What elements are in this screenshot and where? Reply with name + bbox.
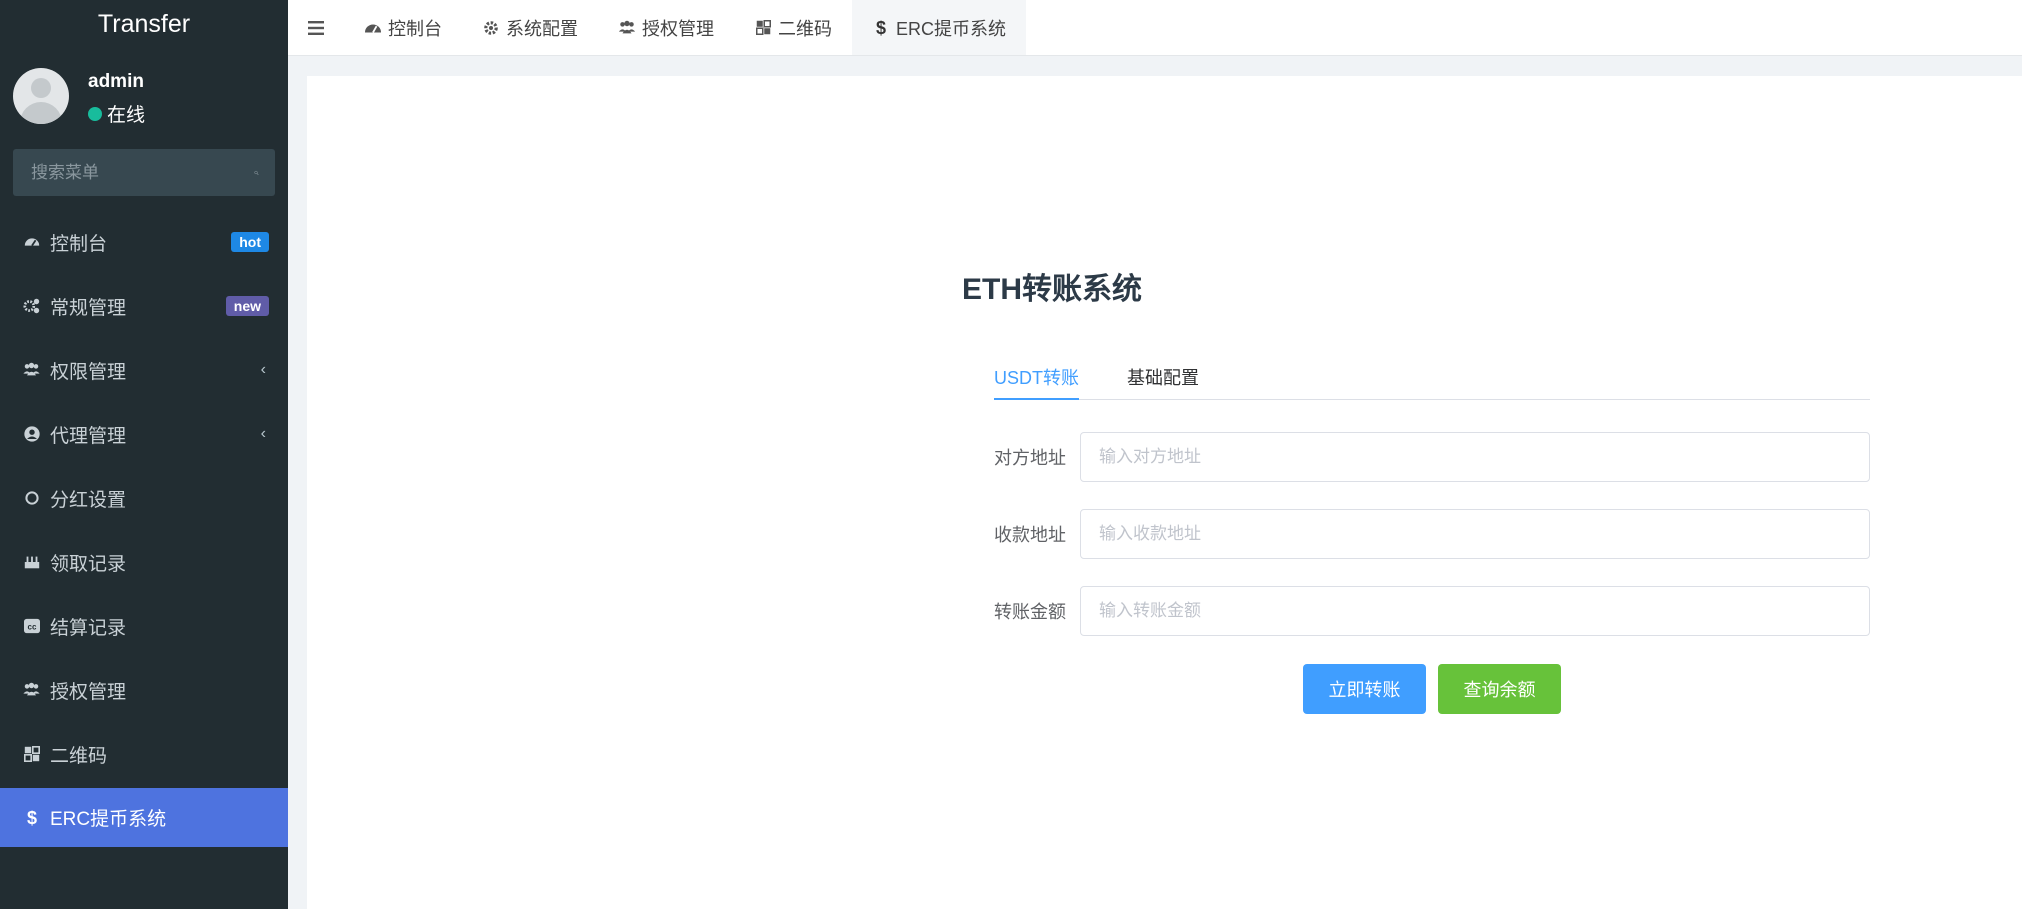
- user-name: admin: [88, 71, 144, 92]
- counterparty-address-label: 对方地址: [994, 448, 1066, 468]
- dashboard-icon: [364, 19, 382, 37]
- page-title: ETH转账系统: [962, 273, 1142, 306]
- tab-label: ERC提币系统: [896, 18, 1007, 39]
- sidebar-item-dashboard[interactable]: 控制台 hot: [0, 210, 288, 274]
- sidebar-item-label: 二维码: [50, 745, 108, 767]
- sidebar-item-general[interactable]: 常规管理 new: [0, 274, 288, 338]
- chevron-left-icon[interactable]: ‹: [261, 425, 266, 443]
- avatar[interactable]: [13, 68, 69, 124]
- chevron-left-icon[interactable]: ‹: [261, 361, 266, 379]
- svg-text:$: $: [876, 18, 886, 38]
- tab-system-config[interactable]: 系统配置: [462, 0, 598, 55]
- users-icon: [22, 681, 41, 700]
- cc-icon: cc: [22, 617, 41, 636]
- tab-qrcode[interactable]: 二维码: [734, 0, 852, 55]
- sidebar-item-label: 领取记录: [50, 553, 127, 575]
- tab-label: 二维码: [778, 18, 832, 39]
- transfer-now-button[interactable]: 立即转账: [1303, 664, 1426, 714]
- tab-basic-config[interactable]: 基础配置: [1127, 356, 1199, 399]
- app-logo[interactable]: Transfer: [0, 0, 288, 50]
- svg-text:cc: cc: [27, 623, 36, 632]
- tab-usdt-transfer[interactable]: USDT转账: [994, 356, 1079, 400]
- sidebar-item-label: ERC提币系统: [50, 809, 167, 830]
- sidebar-item-authorization[interactable]: 授权管理: [0, 658, 288, 722]
- user-status: 在线: [88, 100, 145, 127]
- form-actions: 立即转账 查询余额: [994, 664, 1870, 714]
- counterparty-address-input[interactable]: [1080, 432, 1870, 482]
- tab-authorization[interactable]: 授权管理: [598, 0, 734, 55]
- receiving-address-input[interactable]: [1080, 509, 1870, 559]
- users-icon: [618, 19, 636, 37]
- sidebar-toggle-button[interactable]: [288, 0, 344, 55]
- sidebar: Transfer admin 在线 控制台 hot 常规管理: [0, 0, 288, 909]
- search-input[interactable]: [29, 161, 254, 184]
- form-tabs: USDT转账 基础配置: [994, 356, 1870, 400]
- menu-icon: [308, 20, 324, 35]
- sidebar-item-settlement[interactable]: cc 结算记录: [0, 594, 288, 658]
- qrcode-icon: [22, 745, 41, 764]
- sidebar-item-claims[interactable]: 领取记录: [0, 530, 288, 594]
- circle-icon: [22, 489, 41, 508]
- form-row-counterparty: 对方地址: [994, 432, 1870, 482]
- sidebar-item-label: 分红设置: [50, 489, 127, 511]
- transfer-amount-input[interactable]: [1080, 586, 1870, 636]
- user-circle-icon: [22, 425, 41, 444]
- query-balance-button[interactable]: 查询余额: [1438, 664, 1561, 714]
- sidebar-item-label: 代理管理: [50, 425, 127, 447]
- sidebar-item-label: 授权管理: [50, 681, 127, 703]
- sidebar-item-qrcode[interactable]: 二维码: [0, 722, 288, 786]
- tab-label: 控制台: [388, 18, 442, 39]
- qrcode-icon: [754, 19, 772, 37]
- dollar-icon: $: [22, 808, 41, 828]
- transfer-amount-label: 转账金额: [994, 602, 1066, 622]
- sidebar-item-label: 权限管理: [50, 361, 127, 383]
- tab-erc-withdraw[interactable]: $ ERC提币系统: [852, 0, 1027, 55]
- sidebar-item-erc-withdraw[interactable]: $ ERC提币系统: [0, 788, 288, 847]
- tab-label: 系统配置: [506, 18, 578, 39]
- main-content: ETH转账系统 USDT转账 基础配置 对方地址 收款地址 转账金额 立即转账 …: [307, 76, 2022, 909]
- svg-text:$: $: [26, 808, 36, 828]
- online-status-icon: [88, 106, 102, 121]
- tab-dashboard[interactable]: 控制台: [344, 0, 462, 55]
- sidebar-item-label: 结算记录: [50, 617, 127, 639]
- sidebar-item-agents[interactable]: 代理管理 ‹: [0, 402, 288, 466]
- search-icon[interactable]: [254, 164, 259, 182]
- sidebar-menu: 控制台 hot 常规管理 new 权限管理 ‹ 代理管理 ‹ 分红设置 领取记录…: [0, 210, 288, 847]
- form-row-receiving: 收款地址: [994, 509, 1870, 559]
- user-status-label: 在线: [107, 105, 146, 126]
- tab-label: 授权管理: [642, 18, 714, 39]
- new-badge: new: [225, 296, 269, 316]
- cogs-icon: [22, 297, 41, 316]
- birthday-cake-icon: [22, 553, 41, 572]
- gear-icon: [482, 19, 500, 37]
- users-icon: [22, 361, 41, 380]
- sidebar-item-dividend[interactable]: 分红设置: [0, 466, 288, 530]
- user-panel: admin 在线: [0, 50, 288, 140]
- form-row-amount: 转账金额: [994, 586, 1870, 636]
- sidebar-item-permissions[interactable]: 权限管理 ‹: [0, 338, 288, 402]
- hot-badge: hot: [231, 232, 269, 252]
- dollar-icon: $: [872, 18, 890, 38]
- dashboard-icon: [22, 233, 41, 252]
- receiving-address-label: 收款地址: [994, 525, 1066, 545]
- transfer-form: USDT转账 基础配置 对方地址 收款地址 转账金额 立即转账 查询余额: [994, 356, 1870, 714]
- menu-search: [13, 149, 275, 196]
- top-nav: 控制台 系统配置 授权管理 二维码 $ ERC提币系统: [288, 0, 2022, 56]
